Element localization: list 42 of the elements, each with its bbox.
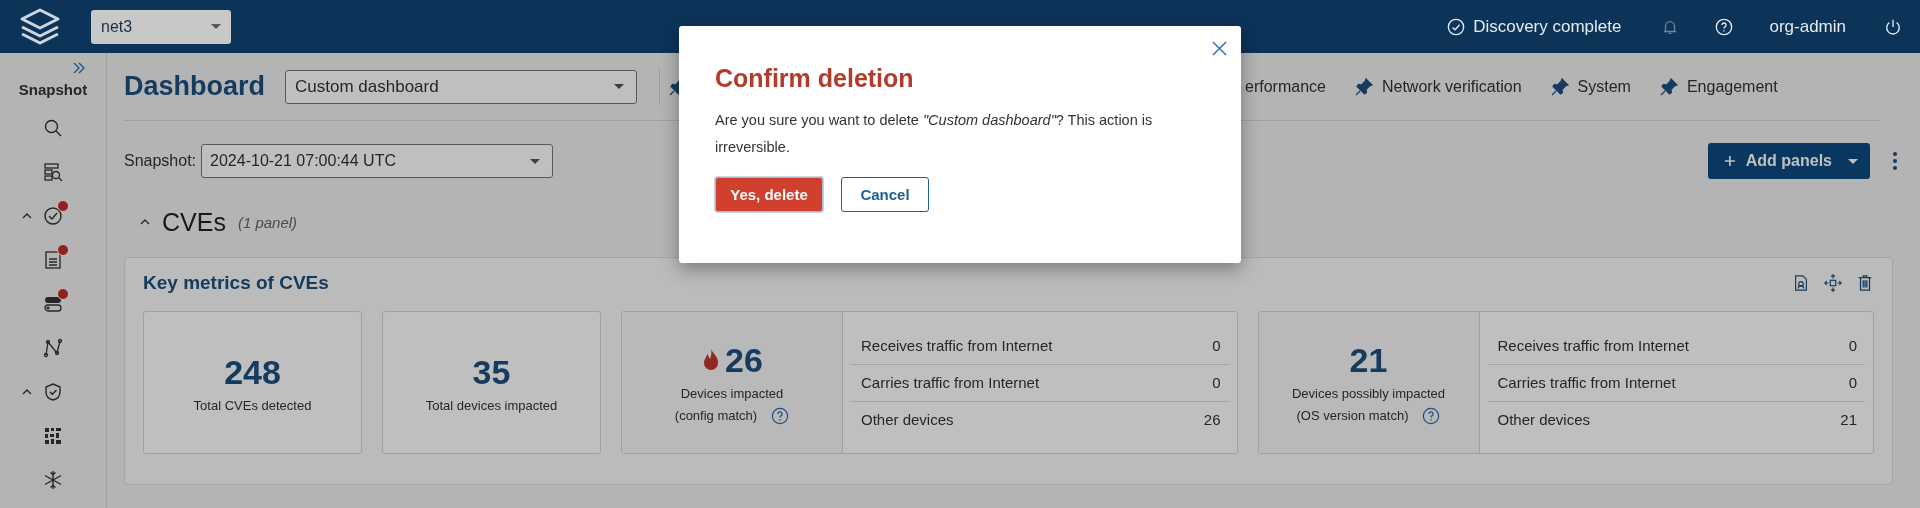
metric-label: Devices impacted xyxy=(680,385,784,401)
row-value: 0 xyxy=(1848,374,1857,391)
panel-title: Key metrics of CVEs xyxy=(143,272,329,294)
add-panels-button[interactable]: Add panels xyxy=(1708,143,1870,179)
row-value: 0 xyxy=(1848,337,1857,354)
metric-value: 248 xyxy=(224,352,281,392)
row-label: Carries traffic from Internet xyxy=(1497,374,1676,391)
snapshot-label: Snapshot: xyxy=(124,152,197,170)
page-title: Dashboard xyxy=(124,71,266,102)
panel-count: (1 panel) xyxy=(237,213,298,231)
row-label: Receives traffic from Internet xyxy=(861,337,1053,354)
discovery-status: Discovery complete xyxy=(1473,16,1622,37)
metric-value: 35 xyxy=(472,352,511,392)
metric-label: Total devices impacted xyxy=(425,397,558,413)
metric-label: Devices possibly impacted xyxy=(1291,385,1446,401)
pinned-tab[interactable]: erformance xyxy=(1245,77,1326,96)
metric-label: Total CVEs detected xyxy=(193,397,312,413)
section-title: CVEs xyxy=(162,207,226,237)
pinned-tab[interactable]: Engagement xyxy=(1686,77,1778,96)
row-value: 21 xyxy=(1840,411,1857,428)
metric-label: (config match) xyxy=(674,408,758,423)
cancel-button[interactable]: Cancel xyxy=(841,177,929,212)
metric-label: (OS version match) xyxy=(1296,408,1409,423)
network-select[interactable]: net3 xyxy=(91,9,231,44)
row-label: Other devices xyxy=(1497,411,1591,428)
metric-value: 21 xyxy=(1349,340,1388,380)
dashboard-select[interactable]: Custom dashboard xyxy=(285,69,638,104)
row-label: Carries traffic from Internet xyxy=(861,374,1040,391)
row-label: Other devices xyxy=(861,411,954,428)
confirm-button[interactable]: Yes, delete xyxy=(715,177,823,212)
sidebar-title: Snapshot xyxy=(18,81,88,98)
row-value: 0 xyxy=(1212,374,1221,391)
metric-value: 26 xyxy=(725,340,763,380)
snapshot-select[interactable]: 2024-10-21 07:00:44 UTC xyxy=(201,144,554,178)
pinned-tab[interactable]: System xyxy=(1577,77,1631,96)
dialog-message: Are you sure you want to delete "Custom dashboard"? This action is irreversible. xyxy=(715,111,1154,157)
row-label: Receives traffic from Internet xyxy=(1497,337,1689,354)
dialog-title: Confirm deletion xyxy=(715,64,915,93)
pinned-tab[interactable]: Network verification xyxy=(1381,77,1522,96)
row-value: 0 xyxy=(1212,337,1221,354)
user-name[interactable]: org-admin xyxy=(1769,16,1846,37)
row-value: 26 xyxy=(1203,411,1221,428)
